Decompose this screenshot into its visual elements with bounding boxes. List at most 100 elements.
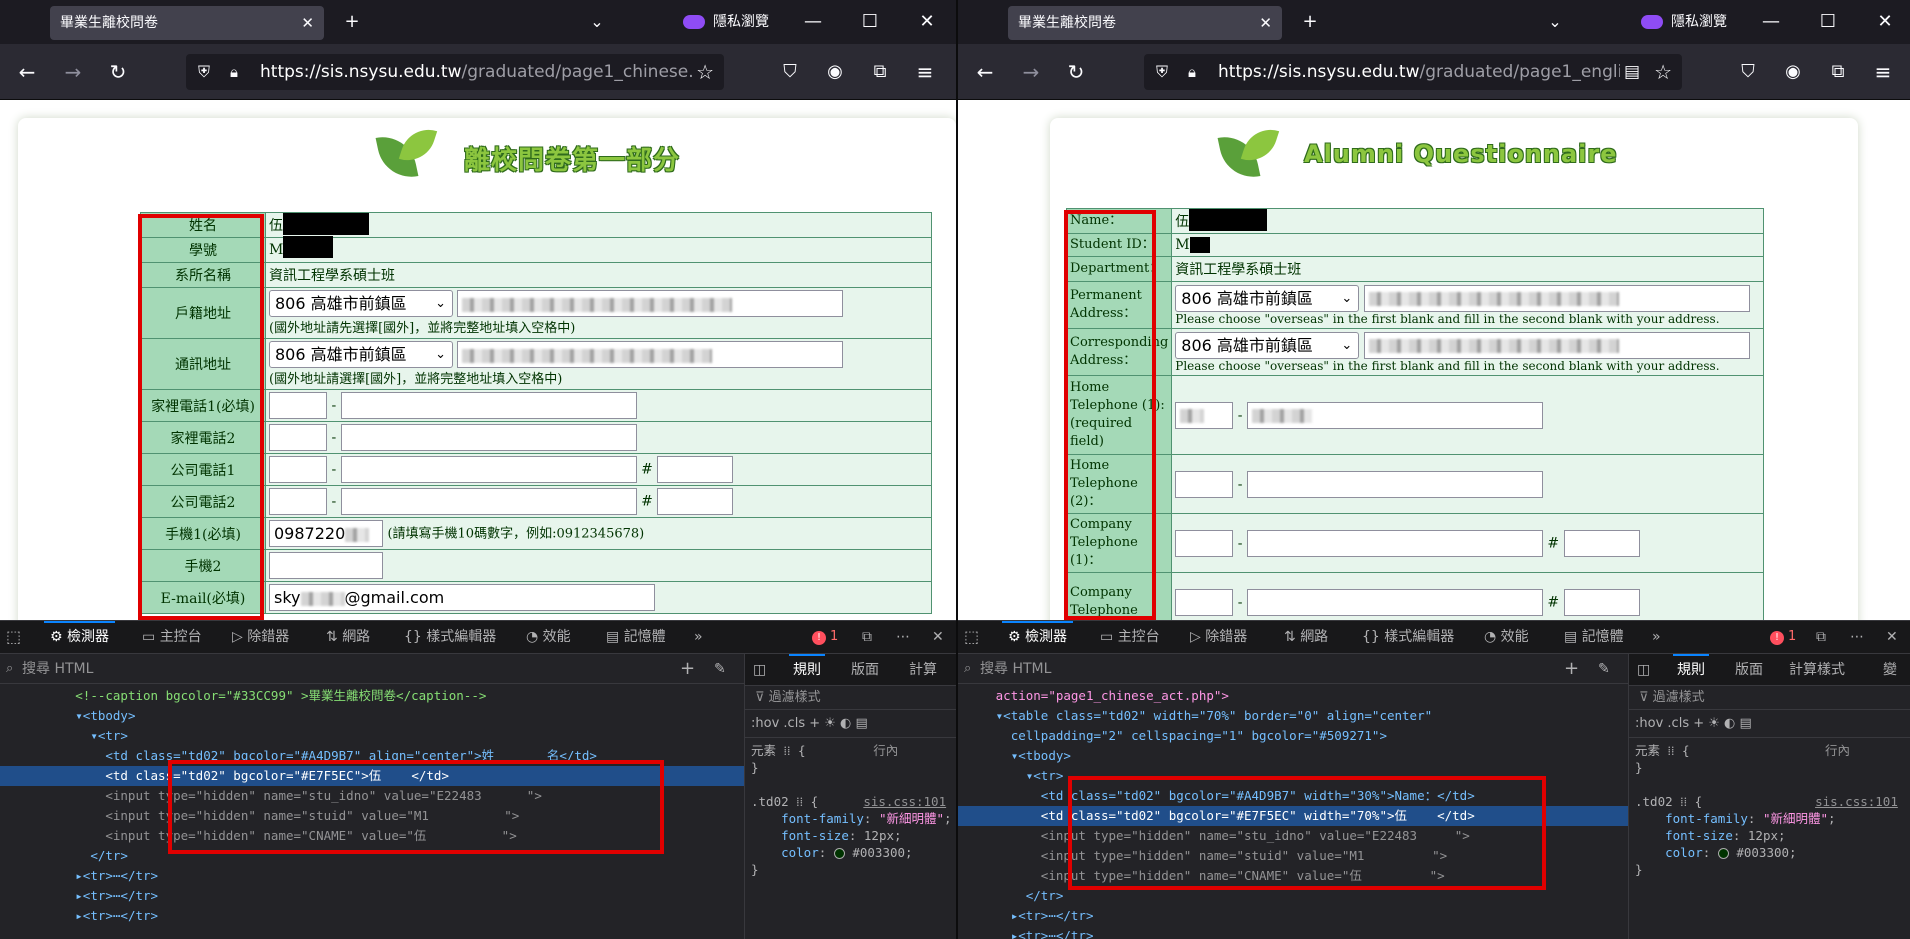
reload-icon[interactable]: ↻: [103, 44, 133, 100]
home-phone-2-area-input[interactable]: [1175, 470, 1234, 498]
tab-active[interactable]: 畢業生離校問卷 ✕: [1008, 6, 1282, 40]
bookmark-star-icon[interactable]: ☆: [692, 54, 714, 90]
filter-styles-input[interactable]: ⊽ 過濾樣式: [745, 686, 956, 710]
rule-source-link[interactable]: sis.css:101: [863, 794, 946, 809]
maximize-icon[interactable]: ☐: [855, 0, 885, 44]
company-phone-2-number-input[interactable]: [340, 488, 637, 515]
home-phone-2-number-input[interactable]: [340, 424, 637, 451]
window-close-icon[interactable]: ✕: [1870, 0, 1900, 44]
tab-inspector[interactable]: ⚙ 檢測器: [43, 621, 116, 653]
devtools-menu-icon[interactable]: ⋯: [1850, 621, 1864, 653]
html-tree-node[interactable]: <input type="hidden" name="stu_idno" val…: [0, 786, 744, 806]
error-count-badge[interactable]: ! 1: [812, 621, 838, 653]
devtools-close-icon[interactable]: ✕: [932, 621, 944, 653]
html-tree-node[interactable]: ▾<tr>: [958, 766, 1628, 786]
bookmark-star-icon[interactable]: ☆: [1650, 54, 1672, 90]
html-tree-node[interactable]: ▸<tr>⋯</tr>: [0, 886, 744, 906]
tab-performance[interactable]: ◔ 效能: [1484, 621, 1529, 653]
filter-styles-input[interactable]: ⊽ 過濾樣式: [1629, 686, 1910, 710]
rule-source-link[interactable]: sis.css:101: [1815, 794, 1898, 809]
tab-debugger[interactable]: ▷ 除錯器: [232, 621, 289, 653]
reader-view-icon[interactable]: ▤: [1619, 54, 1640, 90]
close-tab-icon[interactable]: ✕: [301, 6, 314, 40]
company-phone-1-number-input[interactable]: [340, 456, 637, 483]
html-search-input[interactable]: 搜尋 HTML: [22, 654, 93, 684]
app-menu-icon[interactable]: ≡: [910, 44, 940, 100]
html-tree-node[interactable]: action="page1_chinese_act.php">: [958, 686, 1628, 706]
html-tree-node[interactable]: <input type="hidden" name="stu_idno" val…: [958, 826, 1628, 846]
company-phone-2-number-input[interactable]: [1246, 588, 1543, 616]
maximize-icon[interactable]: ☐: [1813, 0, 1843, 44]
sidebar-toggle-icon[interactable]: ◫: [753, 654, 766, 686]
account-icon[interactable]: ◉: [820, 44, 850, 100]
tab-layout[interactable]: 版面: [851, 654, 879, 686]
html-tree[interactable]: <!--caption bgcolor="#33CC99" >畢業生離校問卷</…: [0, 686, 744, 939]
html-tree-node[interactable]: <input type="hidden" name="stuid" value=…: [958, 846, 1628, 866]
permanent-district-select[interactable]: 806 高雄市前鎮區 ⌄: [1175, 284, 1360, 312]
html-tree-node[interactable]: ▸<tr>⋯</tr>: [958, 906, 1628, 926]
html-tree-node[interactable]: ▾<table class="td02" width="70%" border=…: [958, 706, 1628, 726]
html-tree-node[interactable]: <td class="td02" bgcolor="#A4D9B7" width…: [958, 786, 1628, 806]
tracking-shield-icon[interactable]: ⛨: [1156, 54, 1168, 90]
error-count-badge[interactable]: ! 1: [1770, 621, 1796, 653]
reload-icon[interactable]: ↻: [1061, 44, 1091, 100]
html-tree-node[interactable]: ▸<tr>⋯</tr>: [0, 866, 744, 886]
minimize-icon[interactable]: —: [1756, 0, 1786, 44]
eyedropper-icon[interactable]: ✎: [714, 654, 726, 684]
corresponding-address-input[interactable]: [1363, 331, 1750, 359]
corresponding-address-input[interactable]: [457, 341, 844, 368]
html-tree-node[interactable]: cellpadding="2" cellspacing="1" bgcolor=…: [958, 726, 1628, 746]
home-phone-1-number-input[interactable]: [1246, 401, 1543, 429]
cls-toggle[interactable]: .cls: [783, 716, 805, 731]
html-tree-node[interactable]: ▾<tbody>: [0, 706, 744, 726]
devtools-menu-icon[interactable]: ⋯: [896, 621, 910, 653]
permanent-address-input[interactable]: [1363, 284, 1750, 312]
tab-network[interactable]: ⇅ 網路: [1284, 621, 1328, 653]
tab-style-editor[interactable]: {} 樣式編輯器: [1362, 621, 1454, 653]
tab-computed[interactable]: 計算: [909, 654, 937, 686]
tab-network[interactable]: ⇅ 網路: [326, 621, 370, 653]
html-search-bar[interactable]: ⌕ 搜尋 HTML + ✎: [0, 654, 744, 684]
html-tree-selected-node[interactable]: <td class="td02" bgcolor="#E7F5EC">伍 </t…: [0, 766, 744, 786]
tab-computed[interactable]: 計算樣式: [1789, 654, 1845, 686]
html-tree-node[interactable]: </tr>: [0, 846, 744, 866]
company-phone-1-ext-input[interactable]: [1563, 529, 1640, 557]
html-tree-node[interactable]: ▸<tr>⋯</tr>: [958, 926, 1628, 939]
list-all-tabs-icon[interactable]: ⌄: [1540, 0, 1570, 44]
html-tree-node[interactable]: <input type="hidden" name="CNAME" value=…: [0, 826, 744, 846]
tab-performance[interactable]: ◔ 效能: [526, 621, 571, 653]
html-tree-node[interactable]: <!--caption bgcolor="#33CC99" >畢業生離校問卷</…: [0, 686, 744, 706]
home-phone-1-number-input[interactable]: [340, 392, 637, 419]
dock-toggle-icon[interactable]: ⧉: [1816, 621, 1826, 653]
html-search-input[interactable]: 搜尋 HTML: [980, 654, 1051, 684]
pocket-icon[interactable]: ⛉: [775, 44, 805, 100]
tab-console[interactable]: ▭ 主控台: [142, 621, 202, 653]
window-close-icon[interactable]: ✕: [912, 0, 942, 44]
company-phone-2-ext-input[interactable]: [1563, 588, 1640, 616]
html-tree-node[interactable]: ▸<tr>⋯</tr>: [0, 906, 744, 926]
more-tabs-icon[interactable]: »: [694, 621, 703, 653]
hov-toggle[interactable]: :hov: [751, 716, 779, 731]
home-phone-1-area-input[interactable]: [1175, 401, 1234, 429]
corresponding-district-select[interactable]: 806 高雄市前鎮區 ⌄: [1175, 331, 1360, 359]
tab-rules[interactable]: 規則: [789, 654, 825, 686]
minimize-icon[interactable]: —: [798, 0, 828, 44]
home-phone-1-area-input[interactable]: [269, 392, 327, 419]
permanent-address-input[interactable]: [457, 290, 844, 317]
extensions-icon[interactable]: ⧉: [865, 44, 895, 100]
company-phone-2-area-input[interactable]: [269, 488, 327, 515]
back-icon[interactable]: ←: [12, 44, 42, 100]
html-tree-node[interactable]: </tr>: [958, 886, 1628, 906]
lock-icon[interactable]: 🔒︎: [1188, 54, 1196, 90]
devtools-close-icon[interactable]: ✕: [1886, 621, 1898, 653]
extensions-icon[interactable]: ⧉: [1823, 44, 1853, 100]
back-icon[interactable]: ←: [970, 44, 1000, 100]
forward-icon[interactable]: →: [1016, 44, 1046, 100]
forward-icon[interactable]: →: [58, 44, 88, 100]
lock-icon[interactable]: 🔒︎: [230, 54, 238, 90]
mobile-2-input[interactable]: [269, 552, 383, 579]
company-phone-1-number-input[interactable]: [1246, 529, 1543, 557]
add-node-icon[interactable]: +: [1564, 654, 1579, 684]
app-menu-icon[interactable]: ≡: [1868, 44, 1898, 100]
home-phone-2-area-input[interactable]: [269, 424, 327, 451]
